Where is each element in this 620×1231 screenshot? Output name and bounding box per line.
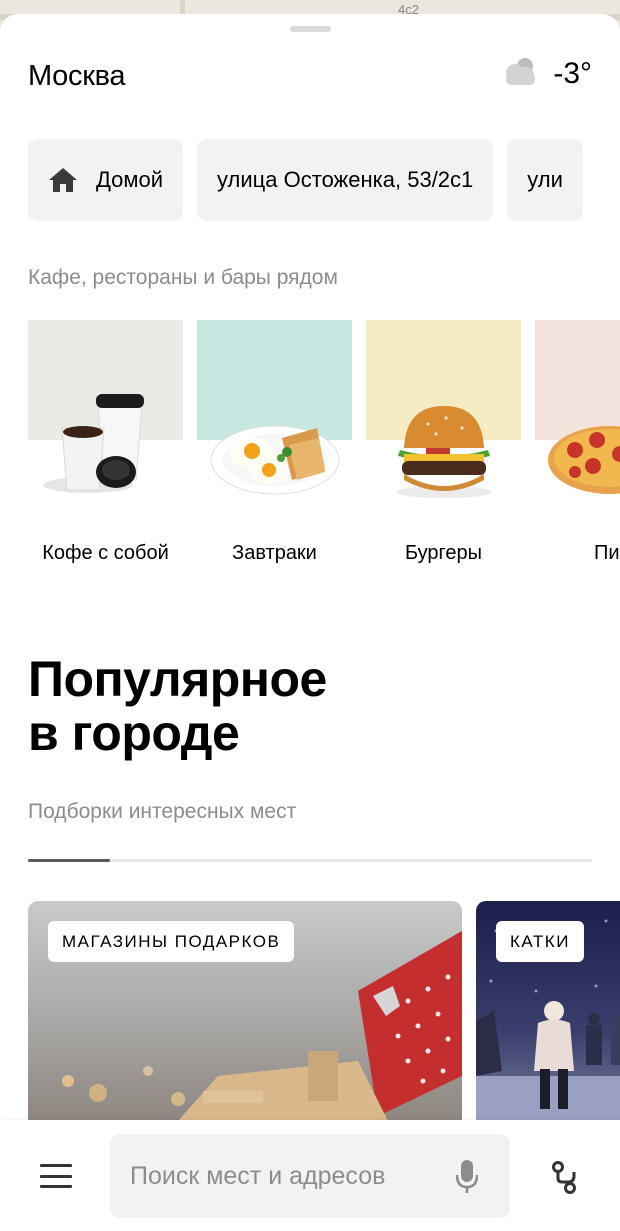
collection-card-gifts[interactable]: МАГАЗИНЫ ПОДАРКОВ [28,901,462,1121]
category-label: Пиц [593,542,620,564]
coffee-cups-illustration [43,394,144,493]
burger-illustration [396,406,492,498]
mic-icon[interactable] [455,1160,479,1199]
category-label: Кофе с собой [42,542,169,564]
breakfast-illustration [210,425,340,495]
sheet-drag-handle[interactable] [290,26,331,32]
saved-places: Домой улица Остоженка, 53/2с1 ули [28,139,583,221]
chip-address[interactable]: улица Остоженка, 53/2с1 [197,139,494,221]
category-coffee[interactable]: Кофе с собой [28,320,183,565]
collection-card-rinks[interactable]: КАТКИ [476,901,620,1121]
category-image [535,320,620,528]
chip-label: ули [527,167,563,192]
bottom-bar [0,1120,620,1231]
chip-address[interactable]: ули [507,139,583,221]
category-breakfast[interactable]: Завтраки [197,320,352,565]
search-box[interactable] [110,1134,510,1218]
category-image [197,320,352,528]
pizza-illustration [548,426,620,494]
city-name[interactable]: Москва [28,60,126,93]
category-pizza[interactable]: Пиц [535,320,620,565]
collections-progress-fill [28,859,110,862]
collection-tag: КАТКИ [496,921,584,962]
bottom-sheet: Москва -3° Домой улица Остоженка, 53/2с1 [0,14,620,1231]
popular-title-line: в городе [28,705,240,761]
menu-icon[interactable] [40,1164,72,1188]
category-list: Кофе с собой Завтраки Бургеры Пи [28,320,620,565]
route-icon[interactable] [546,1160,582,1201]
search-input[interactable] [130,1134,430,1218]
temperature: -3° [553,56,592,90]
popular-title: Популярное в городе [28,652,327,760]
collection-cards: МАГАЗИНЫ ПОДАРКОВ КАТКИ [28,901,620,1121]
chip-label: улица Остоженка, 53/2с1 [217,167,474,192]
category-label: Завтраки [232,542,317,564]
weather-widget[interactable]: -3° [501,56,592,91]
category-label: Бургеры [404,542,483,564]
cloud-icon [501,56,539,91]
category-image [366,320,521,528]
category-burgers[interactable]: Бургеры [366,320,521,565]
collection-tag: МАГАЗИНЫ ПОДАРКОВ [48,921,295,962]
chip-home[interactable]: Домой [28,139,184,221]
collections-progress-bar [28,859,592,862]
nearby-title: Кафе, рестораны и бары рядом [28,266,338,289]
popular-subtitle: Подборки интересных мест [28,800,297,823]
popular-title-line: Популярное [28,651,327,707]
category-image [28,320,183,528]
chip-label: Домой [96,167,164,192]
home-icon [48,167,78,193]
